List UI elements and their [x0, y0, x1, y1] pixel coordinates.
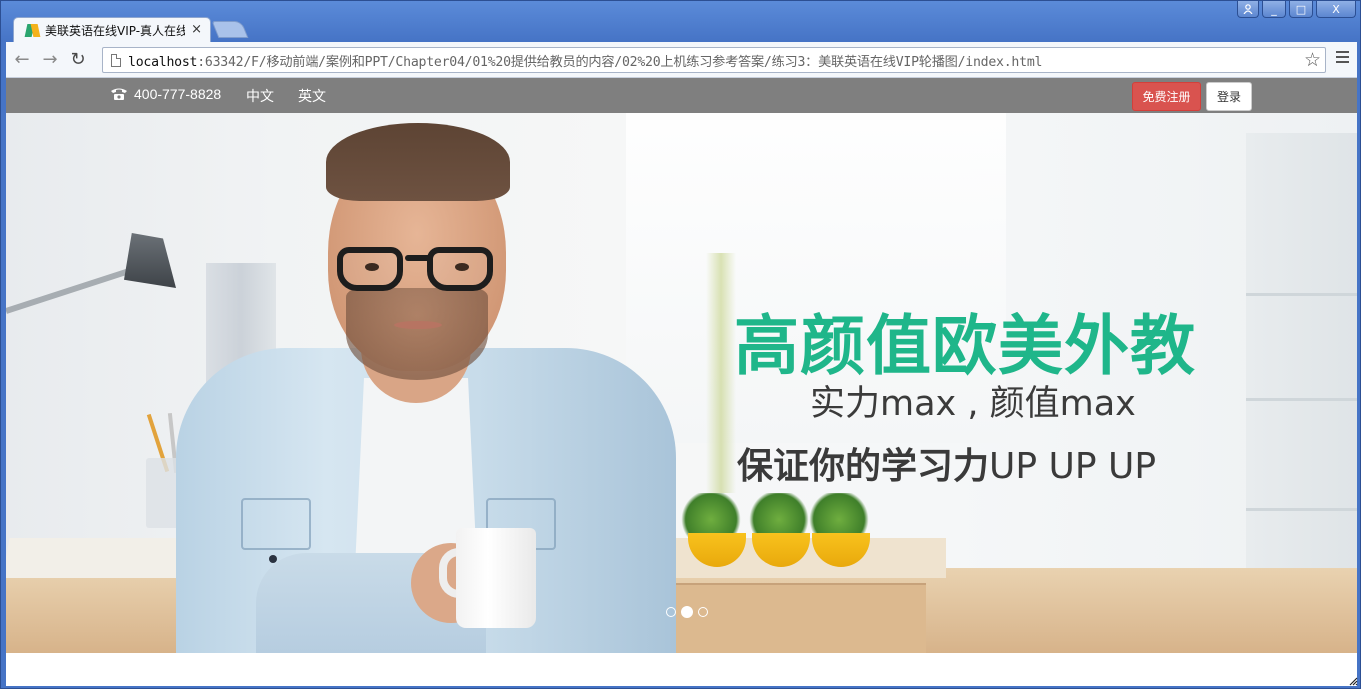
glasses-icon [337, 243, 499, 293]
lang-chinese-link[interactable]: 中文 [246, 86, 274, 106]
url-path: :63342/F/移动前端/案例和PPT/Chapter04/01%20提供给教… [197, 54, 1043, 70]
url-text[interactable]: localhost:63342/F/移动前端/案例和PPT/Chapter04/… [128, 51, 1042, 70]
back-icon[interactable]: ← [10, 48, 34, 72]
close-window-button[interactable]: X [1316, 1, 1356, 18]
forward-icon[interactable]: → [38, 48, 62, 72]
bookmark-star-icon[interactable]: ☆ [1304, 49, 1321, 71]
site-topbar: 400-777-8828 中文 英文 免费注册 登录 [6, 78, 1357, 113]
carousel-dot-active[interactable] [681, 606, 693, 618]
lang-english-link[interactable]: 英文 [298, 86, 326, 106]
browser-menu-icon[interactable] [1336, 51, 1349, 66]
coffee-mug [456, 528, 536, 628]
phone-number: 400-777-8828 [134, 86, 222, 102]
phone-icon [111, 88, 127, 100]
tagline-up: UP UP UP [989, 446, 1157, 487]
carousel-dot[interactable] [666, 607, 676, 617]
browser-window: 美联英语在线VIP-真人在线 × _ □ X ← → ↻ localhost:6… [0, 0, 1361, 689]
minimize-button[interactable]: _ [1262, 1, 1286, 18]
page-viewport: 400-777-8828 中文 英文 免费注册 登录 高颜值欧美外教 实力max… [6, 78, 1357, 686]
tab-title: 美联英语在线VIP-真人在线 [45, 23, 185, 38]
banner-headline: 高颜值欧美外教 [734, 309, 1197, 384]
login-button[interactable]: 登录 [1206, 82, 1252, 111]
address-bar[interactable]: localhost:63342/F/移动前端/案例和PPT/Chapter04/… [102, 47, 1326, 73]
banner-tagline: 保证你的学习力UP UP UP [737, 437, 1156, 489]
window-controls: _ □ X [1237, 1, 1356, 18]
banner-subline: 实力max , 颜值max [810, 384, 1136, 424]
tab-close-icon[interactable]: × [191, 22, 202, 37]
reload-icon[interactable]: ↻ [66, 48, 90, 72]
tagline-bold: 保证你的学习力 [737, 446, 990, 487]
resize-grip-icon[interactable] [1348, 676, 1358, 686]
browser-tab[interactable]: 美联英语在线VIP-真人在线 × [13, 17, 211, 42]
site-favicon-icon [24, 23, 41, 37]
new-tab-button[interactable] [211, 21, 249, 38]
carousel-banner[interactable]: 高颜值欧美外教 实力max , 颜值max 保证你的学习力UP UP UP [6, 113, 1357, 653]
carousel-indicators [666, 606, 708, 618]
carousel-dot[interactable] [698, 607, 708, 617]
maximize-button[interactable]: □ [1289, 1, 1313, 18]
url-host: localhost [128, 54, 198, 70]
teacher-photo [156, 113, 676, 653]
title-bar: 美联英语在线VIP-真人在线 × _ □ X [1, 1, 1360, 42]
register-button[interactable]: 免费注册 [1132, 82, 1201, 111]
profile-icon[interactable] [1237, 1, 1259, 18]
browser-toolbar: ← → ↻ localhost:63342/F/移动前端/案例和PPT/Chap… [6, 42, 1357, 78]
page-icon [111, 53, 121, 67]
